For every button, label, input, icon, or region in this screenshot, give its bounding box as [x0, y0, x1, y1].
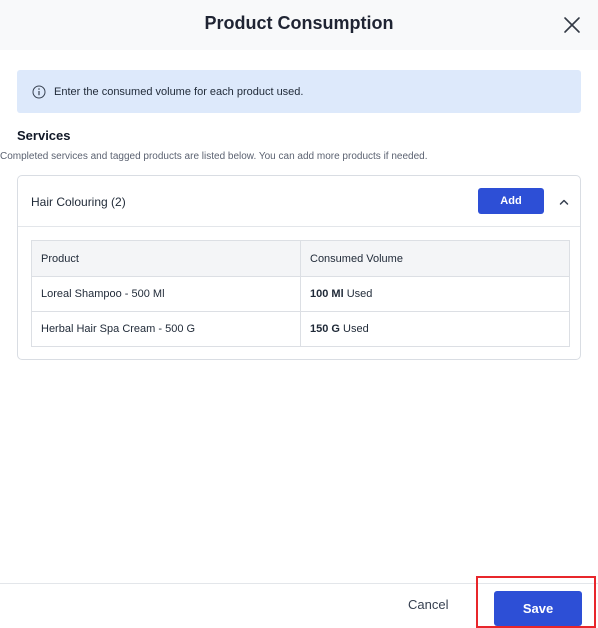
consumed-quantity: 150 G: [310, 323, 340, 335]
info-banner: Enter the consumed volume for each produ…: [17, 70, 581, 113]
table-row: Loreal Shampoo - 500 Ml 100 Ml Used: [31, 276, 570, 312]
product-name: Loreal Shampoo - 500 Ml: [31, 276, 301, 312]
chevron-up-icon[interactable]: [557, 195, 571, 209]
column-header-consumed-volume: Consumed Volume: [300, 240, 570, 277]
dialog-title: Product Consumption: [204, 13, 394, 33]
add-product-button[interactable]: Add: [478, 188, 544, 214]
consumed-suffix: Used: [343, 323, 369, 335]
table-row: Herbal Hair Spa Cream - 500 G 150 G Used: [31, 311, 570, 347]
consumed-volume[interactable]: 150 G Used: [300, 311, 570, 347]
info-text: Enter the consumed volume for each produ…: [54, 85, 304, 98]
consumed-volume[interactable]: 100 Ml Used: [300, 276, 570, 312]
product-table: Product Consumed Volume Loreal Shampoo -…: [31, 240, 570, 347]
close-icon[interactable]: [562, 15, 582, 35]
services-title: Services: [17, 128, 71, 143]
save-button[interactable]: Save: [494, 591, 582, 626]
consumed-quantity: 100 Ml: [310, 288, 344, 300]
info-circle-icon: [32, 85, 46, 98]
column-header-product: Product: [31, 240, 301, 277]
services-description: Completed services and tagged products a…: [0, 151, 428, 162]
product-name: Herbal Hair Spa Cream - 500 G: [31, 311, 301, 347]
service-name: Hair Colouring (2): [31, 195, 126, 209]
cancel-button[interactable]: Cancel: [408, 597, 448, 612]
service-header[interactable]: Hair Colouring (2) Add: [18, 176, 580, 227]
table-header-row: Product Consumed Volume: [31, 240, 570, 277]
service-card: Hair Colouring (2) Add Product Consumed …: [17, 175, 581, 360]
dialog-header: Product Consumption: [0, 0, 598, 50]
consumed-suffix: Used: [346, 288, 373, 300]
